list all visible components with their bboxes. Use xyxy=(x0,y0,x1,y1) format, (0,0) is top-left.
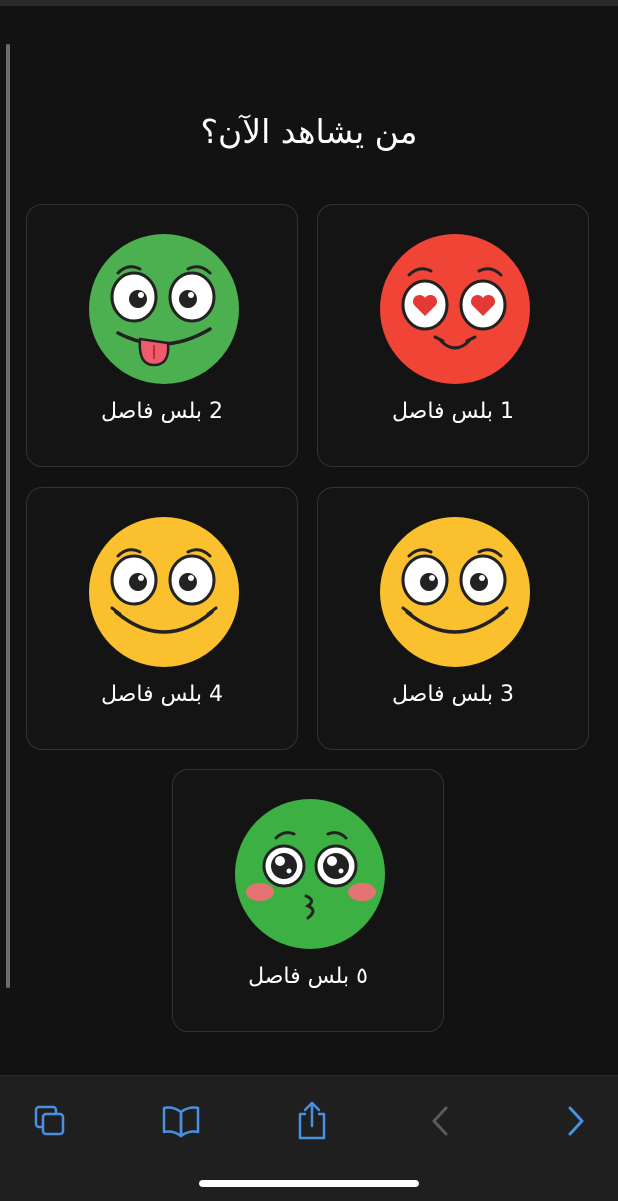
share-button[interactable] xyxy=(287,1096,337,1146)
profile-card-1[interactable]: 1 بلس فاصل xyxy=(317,204,589,467)
tabs-button[interactable] xyxy=(25,1096,75,1146)
page-title: من يشاهد الآن؟ xyxy=(200,112,418,151)
profile-label: 3 بلس فاصل xyxy=(391,682,514,707)
smiling-face-icon xyxy=(89,517,239,667)
tongue-out-face-icon xyxy=(89,234,239,384)
profile-label: ٥ بلس فاصل xyxy=(248,964,368,989)
profile-card-3[interactable]: 3 بلس فاصل xyxy=(317,487,589,750)
smiling-face-icon xyxy=(380,517,530,667)
forward-button[interactable] xyxy=(550,1096,600,1146)
forward-icon xyxy=(568,1106,584,1136)
profile-card-4[interactable]: 4 بلس فاصل xyxy=(26,487,298,750)
back-button[interactable] xyxy=(416,1096,466,1146)
status-strip xyxy=(0,0,618,6)
bookmarks-icon xyxy=(162,1106,200,1138)
bookmarks-button[interactable] xyxy=(156,1096,206,1146)
share-icon xyxy=(298,1101,326,1140)
profile-label: 1 بلس فاصل xyxy=(391,399,514,424)
profile-label: 4 بلس فاصل xyxy=(100,682,223,707)
home-indicator[interactable] xyxy=(199,1180,419,1187)
profile-card-2[interactable]: 2 بلس فاصل xyxy=(26,204,298,467)
back-icon xyxy=(432,1106,448,1136)
scrollbar[interactable] xyxy=(6,44,10,988)
profile-label: 2 بلس فاصل xyxy=(100,399,223,424)
kissing-blush-face-icon xyxy=(235,799,385,949)
heart-eyes-face-icon xyxy=(380,234,530,384)
tabs-icon xyxy=(34,1105,65,1136)
profile-card-5[interactable]: ٥ بلس فاصل xyxy=(172,769,444,1032)
